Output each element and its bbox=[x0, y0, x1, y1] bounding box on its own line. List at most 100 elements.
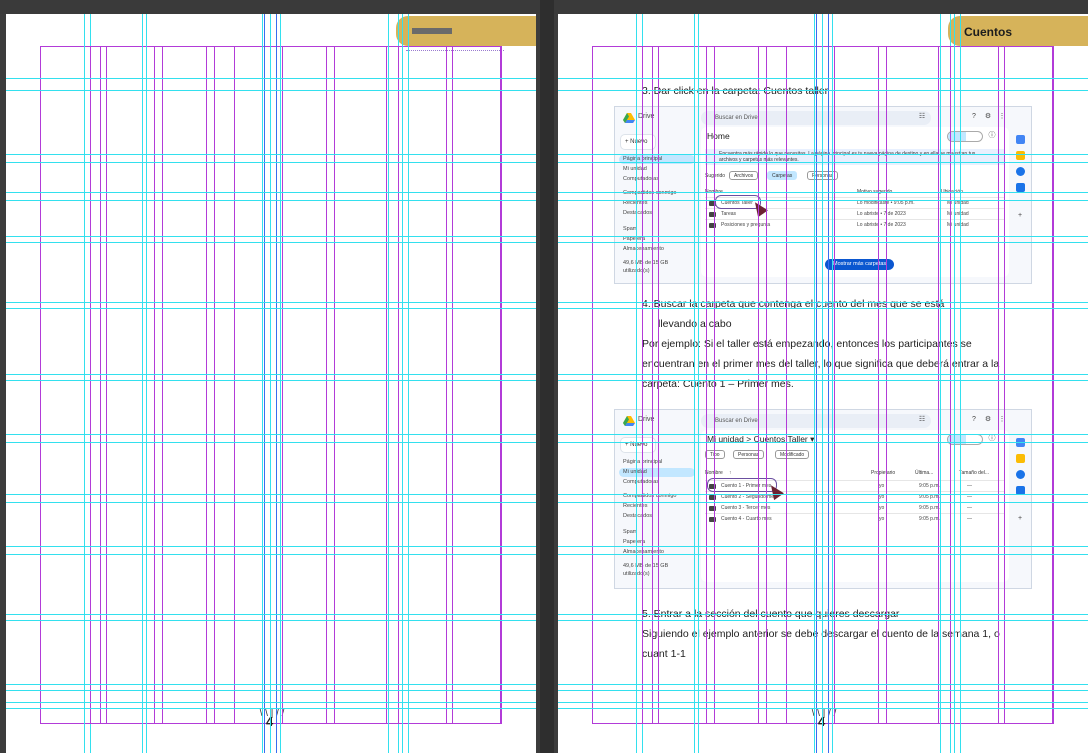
sidebar-item-trash[interactable]: Papelera bbox=[619, 235, 695, 244]
drive-screenshot-folder: Drive + Nuevo Página principal Mi unidad… bbox=[614, 409, 1032, 589]
column-guide bbox=[154, 46, 155, 724]
row-name: Cuento 4 - Cuarto mes bbox=[721, 516, 772, 522]
chip-type[interactable]: Tipo bbox=[705, 450, 725, 459]
settings-icon[interactable]: ⚙ bbox=[983, 112, 993, 122]
guide-line bbox=[558, 684, 1088, 685]
chip-files[interactable]: Archivos bbox=[729, 171, 759, 180]
chip-people[interactable]: Personas bbox=[807, 171, 839, 180]
sidebar-item-shared[interactable]: Compartidos conmigo bbox=[619, 492, 695, 501]
add-icon[interactable]: + bbox=[1015, 514, 1025, 524]
breadcrumb-current[interactable]: Cuentos Taller bbox=[754, 434, 808, 444]
column-guide bbox=[162, 46, 163, 724]
guide-line bbox=[558, 702, 1088, 703]
view-toggle[interactable] bbox=[947, 131, 983, 142]
guide-line bbox=[270, 14, 271, 753]
guide-line bbox=[6, 502, 536, 503]
folder-icon bbox=[709, 495, 716, 500]
chip-folders[interactable]: Carpetas bbox=[767, 171, 798, 180]
sidebar-item-trash[interactable]: Papelera bbox=[619, 538, 695, 547]
row-modified: 9:05 p.m. bbox=[919, 483, 940, 489]
guide-line bbox=[388, 14, 389, 753]
table-row[interactable]: Posiciones y pregunta Lo abriste • 7 de … bbox=[705, 219, 1005, 229]
keep-icon[interactable] bbox=[1016, 454, 1025, 463]
column-guide bbox=[1052, 46, 1053, 724]
dotted-guide bbox=[406, 50, 504, 51]
table-row[interactable]: Cuento 3 - Tercer mes yo 9:05 p.m. — bbox=[705, 502, 1005, 512]
suggested-label: Sugerido bbox=[705, 173, 726, 179]
new-button[interactable]: + Nuevo bbox=[621, 438, 655, 452]
keep-icon[interactable] bbox=[1016, 151, 1025, 160]
sidebar-item-storage[interactable]: Almacenamiento bbox=[619, 245, 695, 254]
sidebar-item-storage[interactable]: Almacenamiento bbox=[619, 548, 695, 557]
sidebar-item-computers[interactable]: Computadoras bbox=[619, 478, 695, 487]
info-icon[interactable]: ⓘ bbox=[987, 131, 997, 141]
tasks-icon[interactable] bbox=[1016, 470, 1025, 479]
apps-icon[interactable]: ⋮ bbox=[997, 415, 1007, 425]
sidebar-item-shared[interactable]: Compartidos conmigo bbox=[619, 189, 695, 198]
guide-line bbox=[558, 620, 1088, 621]
sidebar-item-recent[interactable]: Recientes bbox=[619, 502, 695, 511]
help-icon[interactable]: ? bbox=[969, 112, 979, 122]
sidebar-item-my-drive[interactable]: Mi unidad bbox=[619, 165, 695, 174]
column-size[interactable]: Tamaño del... bbox=[959, 470, 989, 476]
guide-line bbox=[6, 620, 536, 621]
table-row[interactable]: Tareas Lo abriste • 7 de 2023 Mi unidad bbox=[705, 208, 1005, 218]
calendar-icon[interactable] bbox=[1016, 438, 1025, 447]
chip-people[interactable]: Personas bbox=[733, 450, 765, 459]
sidebar-item-home[interactable]: Página principal bbox=[619, 155, 695, 164]
sidebar-item-spam[interactable]: Spam bbox=[619, 528, 695, 537]
sidebar-item-computers[interactable]: Computadoras bbox=[619, 175, 695, 184]
filter-icon[interactable]: ☷ bbox=[917, 112, 927, 122]
info-icon[interactable]: ⓘ bbox=[987, 434, 997, 444]
help-icon[interactable]: ? bbox=[969, 415, 979, 425]
table-row[interactable]: Cuento 2 - Segundo mes yo 9:05 p.m. — bbox=[705, 491, 1005, 501]
page-left[interactable]: \ \ | / / 4 bbox=[6, 14, 536, 753]
guide-line bbox=[558, 690, 1088, 691]
new-button[interactable]: + Nuevo bbox=[621, 135, 655, 149]
chip-modified[interactable]: Modificado bbox=[775, 450, 810, 459]
row-modified: 9:05 p.m. bbox=[919, 505, 940, 511]
sidebar-item-starred[interactable]: Destacados bbox=[619, 512, 695, 521]
apps-icon[interactable]: ⋮ bbox=[997, 112, 1007, 122]
calendar-icon[interactable] bbox=[1016, 135, 1025, 144]
settings-icon[interactable]: ⚙ bbox=[983, 415, 993, 425]
breadcrumb-root[interactable]: Mi unidad bbox=[707, 434, 744, 444]
column-guide bbox=[206, 46, 207, 724]
column-owner[interactable]: Propietario bbox=[871, 470, 895, 476]
view-toggle[interactable] bbox=[947, 434, 983, 445]
tasks-icon[interactable] bbox=[1016, 167, 1025, 176]
show-more-folders-button[interactable]: Mostrar más carpetas bbox=[825, 259, 895, 270]
page-number: 4 bbox=[818, 714, 826, 729]
table-row[interactable]: Cuento 4 - Cuarto mes yo 9:05 p.m. — bbox=[705, 513, 1005, 523]
search-input[interactable]: Buscar en Drive bbox=[701, 414, 931, 428]
sidebar-item-recent[interactable]: Recientes bbox=[619, 199, 695, 208]
contacts-icon[interactable] bbox=[1016, 183, 1025, 192]
filter-icon[interactable]: ☷ bbox=[917, 415, 927, 425]
column-name[interactable]: Nombre bbox=[705, 470, 723, 476]
guide-line bbox=[558, 380, 1088, 381]
chevron-down-icon[interactable]: ▾ bbox=[810, 434, 814, 444]
sidebar-item-home[interactable]: Página principal bbox=[619, 458, 695, 467]
step-4-body-line2: encuentran en el primer mes del taller, … bbox=[642, 358, 1000, 370]
sidebar-item-spam[interactable]: Spam bbox=[619, 225, 695, 234]
column-guide bbox=[452, 46, 453, 724]
new-button-label: Nuevo bbox=[630, 442, 648, 448]
step-4-heading-line2: llevando a cabo bbox=[658, 318, 732, 330]
column-guide bbox=[214, 46, 215, 724]
page-right[interactable]: Cuentos 3. Dar click en la carpeta: Cuen… bbox=[558, 14, 1088, 753]
search-input[interactable]: Buscar en Drive bbox=[701, 111, 931, 125]
add-icon[interactable]: + bbox=[1015, 211, 1025, 221]
guide-line bbox=[6, 614, 536, 615]
column-modified[interactable]: Última... bbox=[915, 470, 933, 476]
column-reason[interactable]: Motivo sugerido bbox=[857, 189, 892, 195]
sort-arrow-icon[interactable]: ↑ bbox=[729, 470, 732, 476]
guide-line bbox=[398, 14, 399, 753]
column-guide bbox=[90, 46, 91, 724]
guide-line bbox=[84, 14, 85, 753]
sidebar-item-starred[interactable]: Destacados bbox=[619, 209, 695, 218]
guide-line bbox=[6, 684, 536, 685]
drive-brand: Drive bbox=[638, 416, 655, 423]
contacts-icon[interactable] bbox=[1016, 486, 1025, 495]
column-location[interactable]: Ubicación bbox=[941, 189, 963, 195]
sidebar-item-my-drive[interactable]: Mi unidad bbox=[619, 468, 695, 477]
